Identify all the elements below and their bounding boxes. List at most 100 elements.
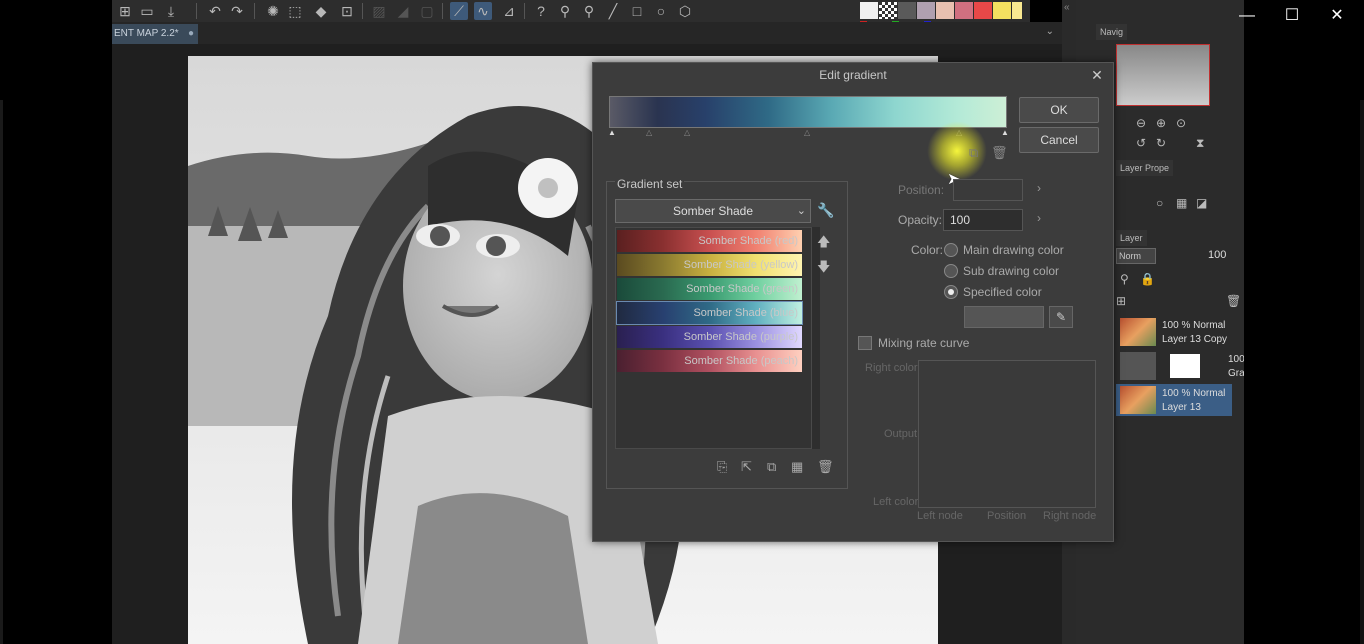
flip-icon[interactable]: ⧗ <box>1196 136 1204 151</box>
main-color-radio[interactable] <box>944 243 958 257</box>
mixing-rate-checkbox[interactable] <box>858 336 872 350</box>
layer-row[interactable]: 100 Gra <box>1116 350 1245 382</box>
move-down-icon[interactable]: 🡇 <box>817 258 830 280</box>
save-icon[interactable]: ⤓ <box>162 2 180 20</box>
node-color-icon[interactable]: ⧉ <box>969 145 978 161</box>
swatch-transparent[interactable] <box>879 2 897 19</box>
sub-color-radio[interactable] <box>944 264 958 278</box>
blend-mode-select[interactable]: Norm <box>1116 248 1156 264</box>
document-tab-bar: ENT MAP 2.2* ● ⌄ <box>112 22 1062 44</box>
ruler-icon[interactable]: ◢ <box>394 2 412 20</box>
gradient-list[interactable]: Somber Shade (red) Somber Shade (yellow)… <box>615 227 812 449</box>
swatch-pink[interactable] <box>955 2 973 19</box>
new-file-icon[interactable]: ⊞ <box>116 2 134 20</box>
color-swatch-field[interactable] <box>964 306 1044 328</box>
document-tab[interactable]: ENT MAP 2.2* ● <box>112 24 198 44</box>
frame-icon[interactable]: ▢ <box>418 2 436 20</box>
right-margin <box>1244 0 1364 644</box>
gradient-map-thumbnail <box>1170 354 1200 378</box>
tab-layer[interactable]: Layer <box>1116 230 1147 246</box>
gradient-item-red[interactable]: Somber Shade (red) <box>617 230 802 252</box>
loading-icon[interactable]: ✺ <box>264 2 282 20</box>
swatch-yellow[interactable] <box>993 2 1011 19</box>
gradient-node-marker[interactable]: △ <box>684 129 690 137</box>
ruler-tool-icon[interactable]: ⊿ <box>500 2 518 20</box>
zoom-out-icon[interactable]: ⚲ <box>580 2 598 20</box>
line-icon[interactable]: ╱ <box>604 2 622 20</box>
curve-tool-icon[interactable]: ∿ <box>474 2 492 20</box>
swatch-gray[interactable] <box>898 2 916 19</box>
ok-button[interactable]: OK <box>1019 97 1099 123</box>
undo-icon[interactable]: ↶ <box>206 2 224 20</box>
help-icon[interactable]: ? <box>532 2 550 20</box>
zoom-in-icon[interactable]: ⊕ <box>1156 116 1166 130</box>
trash-icon[interactable]: 🗑 <box>1226 294 1241 308</box>
delete-node-icon[interactable]: 🗑 <box>991 145 1008 161</box>
gradient-node-marker[interactable]: ▲ <box>608 129 616 137</box>
import-gradient-icon[interactable]: ⇱ <box>741 459 752 475</box>
swatch-white[interactable] <box>860 2 878 19</box>
grid-icon[interactable]: ▨ <box>370 2 388 20</box>
chevron-right-icon[interactable]: › <box>1037 181 1041 195</box>
close-icon[interactable]: ✕ <box>1087 65 1107 85</box>
fit-icon[interactable]: ⊙ <box>1176 116 1186 130</box>
layer-row-selected[interactable]: 100 % Normal Layer 13 <box>1116 384 1232 416</box>
pin-icon[interactable]: ⚲ <box>1120 272 1129 286</box>
layer-row[interactable]: 100 % Normal Layer 13 Copy <box>1116 316 1232 348</box>
gradient-item-blue[interactable]: Somber Shade (blue) <box>616 301 803 325</box>
circle-effect-icon[interactable]: ○ <box>1156 196 1163 210</box>
rotate-right-icon[interactable]: ↻ <box>1156 136 1166 150</box>
add-gradient-icon[interactable]: ⎘ <box>717 459 727 475</box>
chevron-right-icon[interactable]: › <box>1037 211 1041 225</box>
layer-opacity[interactable]: 100 <box>1208 249 1226 261</box>
tab-navigator[interactable]: Navig <box>1096 24 1128 40</box>
gradient-item-purple[interactable]: Somber Shade (purple) <box>617 326 802 348</box>
tab-layer-property[interactable]: Layer Prope <box>1116 160 1174 176</box>
chevron-down-icon[interactable]: ⌄ <box>1046 26 1054 37</box>
gradient-settings-icon[interactable]: ▦ <box>791 459 803 475</box>
redo-icon[interactable]: ↷ <box>228 2 246 20</box>
transform-icon[interactable]: ⊡ <box>338 2 356 20</box>
minimize-button[interactable]: — <box>1232 4 1262 28</box>
cancel-button[interactable]: Cancel <box>1019 127 1099 153</box>
circle-icon[interactable]: ○ <box>652 2 670 20</box>
gradient-node-marker[interactable]: △ <box>804 129 810 137</box>
pen-tool-icon[interactable]: ⟋ <box>450 2 468 20</box>
specified-color-radio[interactable] <box>944 285 958 299</box>
gradient-node-marker[interactable]: △ <box>646 129 652 137</box>
close-window-button[interactable]: ✕ <box>1322 4 1352 28</box>
move-up-icon[interactable]: 🡅 <box>817 233 830 255</box>
wrench-icon[interactable]: 🔧 <box>817 202 834 219</box>
open-folder-icon[interactable]: ▭ <box>138 2 156 20</box>
opacity-field[interactable]: 100 <box>943 209 1023 231</box>
delete-gradient-icon[interactable]: 🗑 <box>817 459 834 475</box>
zoom-out-icon[interactable]: ⊖ <box>1136 116 1146 130</box>
rect-icon[interactable]: □ <box>628 2 646 20</box>
swatch-mauve[interactable] <box>917 2 935 19</box>
eyedropper-icon[interactable]: ✎ <box>1049 306 1073 328</box>
zoom-in-icon[interactable]: ⚲ <box>556 2 574 20</box>
duplicate-gradient-icon[interactable]: ⧉ <box>767 459 776 475</box>
lock-icon[interactable]: 🔒 <box>1140 272 1155 286</box>
edit-gradient-dialog: Edit gradient ✕ ▲ △ △ △ △ ▲ OK Cancel ⧉ … <box>592 62 1114 542</box>
crop-icon[interactable]: ⬚ <box>286 2 304 20</box>
maximize-button[interactable]: ☐ <box>1277 4 1307 28</box>
main-color-label: Main drawing color <box>963 243 1064 257</box>
tone-effect-icon[interactable]: ▦ <box>1176 196 1187 210</box>
swatch-peach[interactable] <box>936 2 954 19</box>
gradient-node-marker[interactable]: ▲ <box>1001 129 1009 137</box>
mixing-curve-graph[interactable] <box>918 360 1096 508</box>
rotate-left-icon[interactable]: ↺ <box>1136 136 1146 150</box>
polygon-icon[interactable]: ⬡ <box>676 2 694 20</box>
layer-color-icon[interactable]: ◪ <box>1196 196 1207 210</box>
new-layer-icon[interactable]: ⊞ <box>1116 294 1126 308</box>
swatch-light-yellow[interactable] <box>1012 2 1022 19</box>
navigator-preview[interactable] <box>1116 44 1210 106</box>
position-field[interactable] <box>953 179 1023 201</box>
gradient-item-peach[interactable]: Somber Shade (peach) <box>617 350 802 372</box>
swatch-red[interactable] <box>974 2 992 19</box>
gradient-item-yellow[interactable]: Somber Shade (yellow) <box>617 254 802 276</box>
gradient-item-green[interactable]: Somber Shade (green) <box>617 278 802 300</box>
fill-icon[interactable]: ◆ <box>312 2 330 20</box>
gradient-set-select[interactable]: Somber Shade ⌄ <box>615 199 811 223</box>
